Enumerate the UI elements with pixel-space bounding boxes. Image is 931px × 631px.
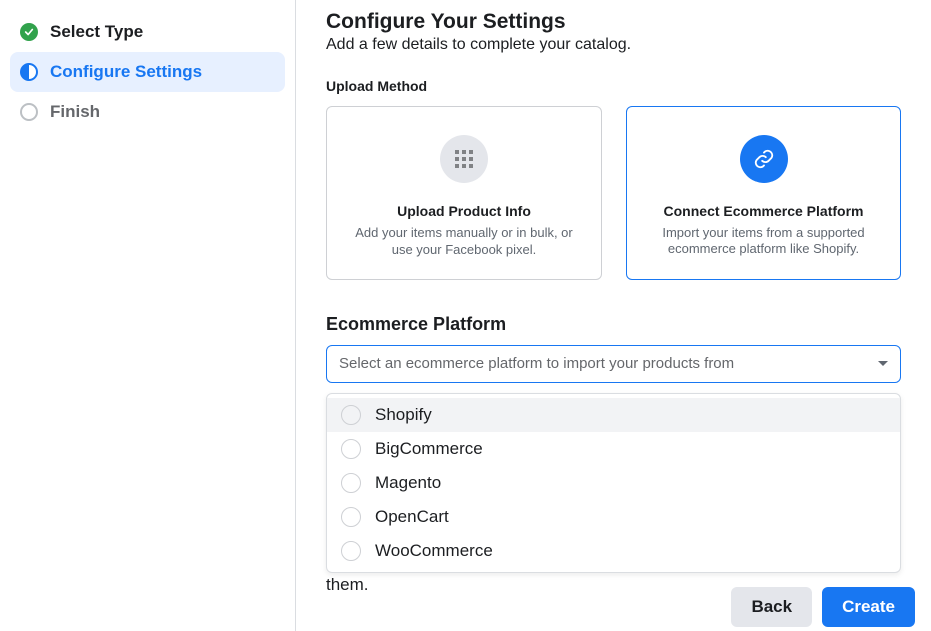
platform-option-shopify[interactable]: Shopify xyxy=(327,398,900,432)
footer-actions: Back Create xyxy=(731,587,915,627)
radio-icon xyxy=(341,439,361,459)
step-select-type[interactable]: Select Type xyxy=(10,12,285,52)
radio-icon xyxy=(341,405,361,425)
platform-option-label: OpenCart xyxy=(375,507,449,527)
empty-circle-icon xyxy=(20,103,38,121)
ecommerce-platform-label: Ecommerce Platform xyxy=(326,314,901,335)
platform-option-magento[interactable]: Magento xyxy=(327,466,900,500)
main-panel: Configure Your Settings Add a few detail… xyxy=(296,0,931,631)
select-placeholder: Select an ecommerce platform to import y… xyxy=(339,355,734,372)
method-title: Connect Ecommerce Platform xyxy=(645,203,883,219)
page-title: Configure Your Settings xyxy=(326,10,901,34)
check-circle-icon xyxy=(20,23,38,41)
radio-icon xyxy=(341,473,361,493)
method-upload-product-info[interactable]: Upload Product Info Add your items manua… xyxy=(326,106,602,280)
step-label: Finish xyxy=(50,102,100,122)
platform-option-woocommerce[interactable]: WooCommerce xyxy=(327,534,900,568)
method-description: Import your items from a supported ecomm… xyxy=(645,225,883,259)
platform-option-label: BigCommerce xyxy=(375,439,483,459)
platform-option-label: Shopify xyxy=(375,405,432,425)
method-title: Upload Product Info xyxy=(345,203,583,219)
back-button[interactable]: Back xyxy=(731,587,812,627)
caret-down-icon xyxy=(878,361,888,366)
method-description: Add your items manually or in bulk, or u… xyxy=(345,225,583,259)
page-subtitle: Add a few details to complete your catal… xyxy=(326,36,901,54)
platform-option-label: WooCommerce xyxy=(375,541,493,561)
method-connect-ecommerce[interactable]: Connect Ecommerce Platform Import your i… xyxy=(626,106,901,280)
wizard-sidebar: Select Type Configure Settings Finish xyxy=(0,0,296,631)
half-circle-progress-icon xyxy=(20,63,38,81)
step-configure-settings[interactable]: Configure Settings xyxy=(10,52,285,92)
radio-icon xyxy=(341,541,361,561)
platform-option-bigcommerce[interactable]: BigCommerce xyxy=(327,432,900,466)
step-finish[interactable]: Finish xyxy=(10,92,285,132)
radio-icon xyxy=(341,507,361,527)
grid-icon xyxy=(440,135,488,183)
step-label: Configure Settings xyxy=(50,62,202,82)
upload-method-options: Upload Product Info Add your items manua… xyxy=(326,106,901,280)
platform-option-label: Magento xyxy=(375,473,441,493)
step-label: Select Type xyxy=(50,22,143,42)
link-icon xyxy=(740,135,788,183)
platform-option-opencart[interactable]: OpenCart xyxy=(327,500,900,534)
create-button[interactable]: Create xyxy=(822,587,915,627)
ecommerce-platform-dropdown: Shopify BigCommerce Magento OpenCart Woo… xyxy=(326,393,901,573)
upload-method-label: Upload Method xyxy=(326,78,901,94)
ecommerce-platform-select[interactable]: Select an ecommerce platform to import y… xyxy=(326,345,901,383)
